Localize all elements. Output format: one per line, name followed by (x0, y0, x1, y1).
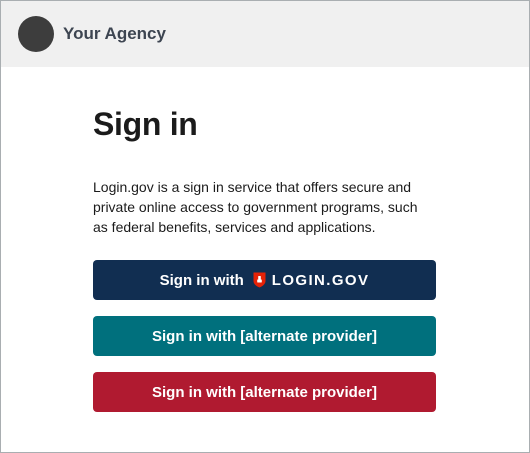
alternate-button-2-label: Sign in with [alternate provider] (151, 383, 378, 401)
login-gov-shield-icon (253, 272, 266, 288)
agency-name[interactable]: Your Agency (63, 24, 166, 44)
sign-in-alternate-provider-button-1[interactable]: Sign in with [alternate provider] (93, 316, 436, 356)
sign-in-alternate-provider-button-2[interactable]: Sign in with [alternate provider] (93, 372, 436, 412)
login-gov-wordmark: LOGIN.GOV (271, 271, 370, 289)
alternate-button-1-label: Sign in with [alternate provider] (151, 327, 378, 345)
sign-in-login-gov-button[interactable]: Sign in with LOGIN.GOV (93, 260, 436, 300)
main-content: Sign in Login.gov is a sign in service t… (93, 67, 436, 412)
login-gov-button-prefix: Sign in with (159, 271, 244, 289)
intro-text: Login.gov is a sign in service that offe… (93, 179, 418, 235)
page-frame: Your Agency Sign in Login.gov is a sign … (0, 0, 530, 453)
page-title: Sign in (93, 106, 198, 142)
agency-logo[interactable] (18, 16, 54, 52)
site-header: Your Agency (1, 1, 529, 67)
